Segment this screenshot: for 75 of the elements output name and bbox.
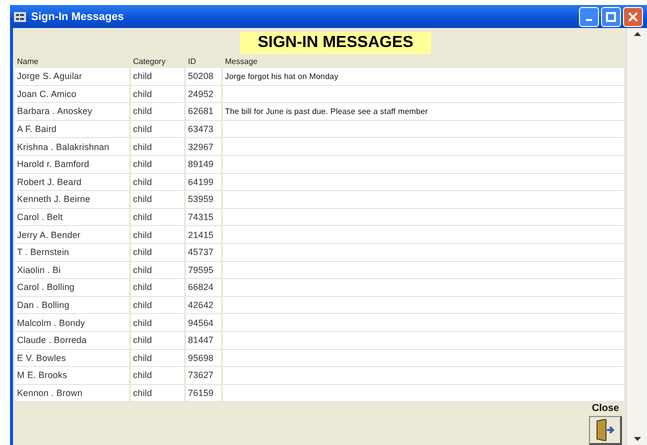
id-cell: 95698 (186, 350, 223, 368)
id-cell: 42642 (186, 296, 223, 314)
category-cell: child (131, 384, 186, 402)
name-cell: Jerry A. Bender (15, 226, 131, 244)
category-cell: child (131, 156, 186, 174)
category-cell: child (131, 244, 186, 262)
message-cell: Jorge forgot his hat on Monday (223, 68, 626, 86)
maximize-icon (606, 12, 616, 22)
id-cell: 76159 (186, 384, 223, 402)
scroll-down-arrow-icon[interactable] (634, 437, 640, 441)
id-cell: 73627 (186, 367, 223, 385)
category-cell: child (131, 262, 186, 280)
form-icon (14, 12, 26, 22)
column-header: ID (187, 57, 197, 68)
id-cell: 62681 (186, 103, 223, 121)
category-cell: child (131, 68, 186, 86)
category-cell: child (131, 208, 186, 226)
minimize-button[interactable] (579, 6, 599, 26)
column-header: Category (132, 57, 166, 68)
name-cell: Malcolm . Bondy (15, 314, 131, 332)
name-cell: Dan . Bolling (15, 296, 131, 314)
maximize-button[interactable] (601, 6, 621, 26)
category-cell: child (131, 86, 186, 104)
name-cell: Kennon . Brown (15, 384, 131, 402)
name-cell: Robert J. Beard (15, 174, 131, 192)
category-cell: child (131, 296, 186, 314)
scroll-up-arrow-icon[interactable] (634, 32, 640, 36)
id-cell: 81447 (186, 332, 223, 350)
name-cell: Kenneth J. Beirne (15, 191, 131, 209)
id-cell: 74315 (186, 208, 223, 226)
id-cell: 79595 (186, 262, 223, 280)
id-cell: 63473 (186, 120, 223, 138)
close-window-button[interactable] (623, 6, 643, 26)
name-cell: Claude . Borreda (15, 332, 131, 350)
id-cell: 45737 (186, 244, 223, 262)
message-cell: The bill for June is past due. Please see a staff member (223, 103, 626, 121)
name-cell: Joan C. Amico (15, 86, 131, 104)
category-cell: child (131, 191, 186, 209)
name-cell: Krishna . Balakrishnan (15, 138, 131, 156)
category-cell: child (131, 120, 186, 138)
name-cell: M E. Brooks (15, 367, 131, 385)
category-cell: child (131, 138, 186, 156)
close-icon (628, 12, 638, 22)
name-cell: Xiaolin . Bi (15, 262, 131, 280)
id-cell: 89149 (186, 156, 223, 174)
name-cell: Barbara . Anoskey (15, 103, 131, 121)
id-cell: 94564 (186, 314, 223, 332)
id-cell: 53959 (186, 191, 223, 209)
name-cell: E V. Bowles (15, 350, 131, 368)
name-cell: A F. Baird (15, 120, 131, 138)
category-cell: child (131, 103, 186, 121)
name-cell: Carol . Bolling (15, 279, 131, 297)
name-cell: Harold r. Bamford (15, 156, 131, 174)
door-exit-icon (595, 419, 615, 441)
form-heading: SIGN-IN MESSAGES (240, 32, 432, 54)
category-cell: child (131, 367, 186, 385)
minimize-icon (586, 18, 592, 20)
category-cell: child (131, 226, 186, 244)
id-cell: 64199 (186, 174, 223, 192)
category-cell: child (131, 174, 186, 192)
id-cell: 32967 (186, 138, 223, 156)
name-cell: Carol . Belt (15, 208, 131, 226)
name-cell: Jorge S. Aguilar (15, 68, 131, 86)
id-cell: 66824 (186, 279, 223, 297)
id-cell: 21415 (186, 226, 223, 244)
category-cell: child (131, 332, 186, 350)
category-cell: child (131, 314, 186, 332)
window-title: Sign-In Messages (31, 10, 124, 22)
id-cell: 50208 (186, 68, 223, 86)
column-header: Message (224, 57, 258, 68)
category-cell: child (131, 350, 186, 368)
name-cell: T . Bernstein (15, 244, 131, 262)
id-cell: 24952 (186, 86, 223, 104)
category-cell: child (131, 279, 186, 297)
column-header: Name (16, 57, 40, 68)
